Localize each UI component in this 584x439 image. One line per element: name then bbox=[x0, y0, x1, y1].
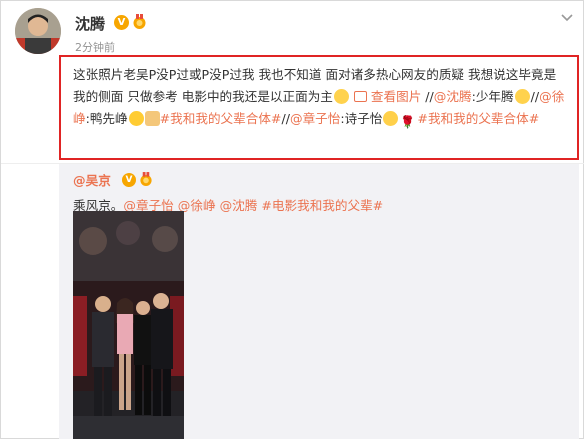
smile-emoji-icon bbox=[383, 111, 399, 126]
clap-emoji-icon bbox=[144, 111, 160, 126]
blush-emoji-icon bbox=[333, 89, 349, 104]
verified-badge-icon: V bbox=[114, 15, 129, 30]
view-images-link[interactable]: 查看图片 bbox=[353, 89, 421, 104]
blush-emoji-icon bbox=[514, 89, 530, 104]
mention-shenteng[interactable]: @沈腾 bbox=[220, 198, 258, 213]
medal-icon bbox=[133, 14, 146, 29]
repost-block: @吴京 V 乘风京。@章子怡 @徐峥 @沈腾 #电影我和我的父辈# bbox=[59, 164, 579, 439]
mention-zhangziyi[interactable]: @章子怡 bbox=[290, 111, 340, 126]
post-text-highlighted: 这张照片老吴P没P过或P没P过我 我也不知道 面对诸多热心网友的质疑 我想说这毕… bbox=[59, 55, 579, 160]
repost-photo[interactable] bbox=[73, 211, 184, 439]
post-author-name[interactable]: 沈腾 bbox=[75, 13, 105, 34]
chevron-down-icon[interactable] bbox=[560, 13, 574, 23]
hashtag-link[interactable]: #我和我的父辈合体# bbox=[160, 111, 282, 126]
weibo-post-card: 沈腾 V 2分钟前 这张照片老吴P没P过或P没P过我 我也不知道 面对诸多热心网… bbox=[0, 0, 584, 439]
repost-author-name[interactable]: @吴京 bbox=[73, 170, 111, 189]
hashtag-link[interactable]: #电影我和我的父辈# bbox=[261, 198, 383, 213]
rose-emoji-icon: 🌹 bbox=[400, 115, 416, 129]
medal-icon bbox=[140, 172, 152, 187]
avatar[interactable] bbox=[15, 8, 61, 54]
image-icon bbox=[353, 91, 367, 102]
verified-badge-icon: V bbox=[122, 173, 136, 187]
hashtag-link[interactable]: #我和我的父辈合体# bbox=[417, 111, 539, 126]
post-timestamp[interactable]: 2分钟前 bbox=[75, 39, 115, 55]
grin-emoji-icon bbox=[128, 111, 144, 126]
mention-shenteng[interactable]: @沈腾 bbox=[434, 89, 472, 104]
